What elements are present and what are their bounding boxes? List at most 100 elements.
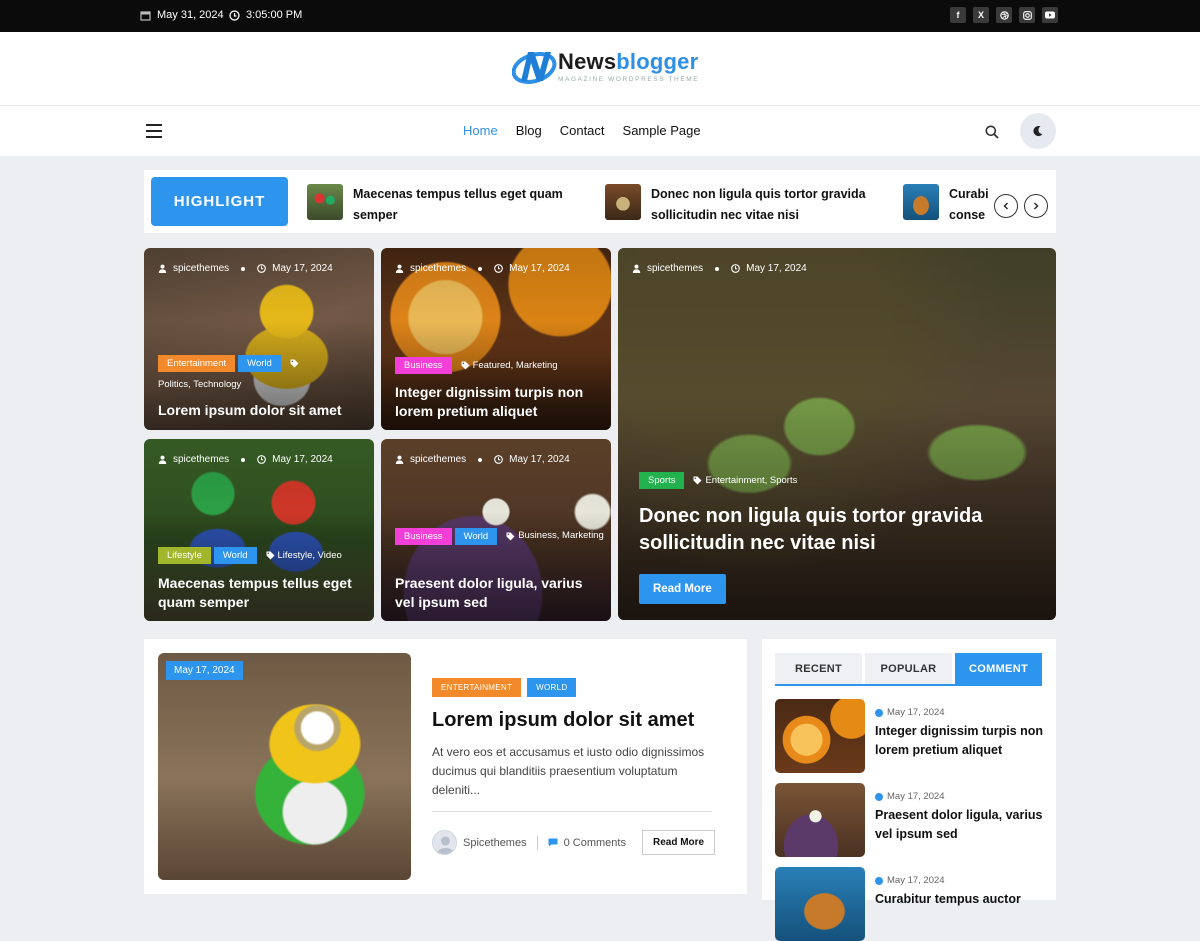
logo-tagline: MAGAZINE WORDPRESS THEME: [558, 76, 700, 83]
tag-entertainment[interactable]: ENTERTAINMENT: [432, 678, 522, 697]
nav-item-sample-page[interactable]: Sample Page: [623, 123, 701, 138]
card-date[interactable]: May 17, 2024: [746, 263, 807, 274]
avatar[interactable]: [432, 830, 457, 855]
card-title[interactable]: Integer dignissim turpis non lorem preti…: [395, 383, 600, 421]
card-date[interactable]: May 17, 2024: [509, 263, 570, 274]
card-categories[interactable]: Lifestyle, Video: [278, 550, 342, 561]
card-author[interactable]: spicethemes: [173, 454, 229, 465]
featured-card[interactable]: spicethemes May 17, 2024 Business World …: [381, 439, 611, 621]
highlight-item[interactable]: Maecenas tempus tellus eget quam semper: [307, 184, 573, 226]
tag-icon: [266, 551, 274, 560]
tag-world[interactable]: WORLD: [527, 678, 577, 697]
search-icon[interactable]: [985, 125, 999, 144]
read-more-button[interactable]: Read More: [639, 574, 726, 604]
clock-icon: [257, 264, 266, 273]
calendar-icon: [140, 10, 151, 21]
tag-sports[interactable]: Sports: [639, 472, 685, 489]
featured-card[interactable]: spicethemes May 17, 2024 Lifestyle World…: [144, 439, 374, 621]
sidebar-tabs: RECENT POPULAR COMMENT: [775, 653, 1042, 684]
card-date[interactable]: May 17, 2024: [509, 454, 570, 465]
clock-icon: [494, 455, 503, 464]
card-date[interactable]: May 17, 2024: [272, 263, 333, 274]
clock-icon: [875, 876, 883, 885]
card-categories[interactable]: Politics, Technology: [158, 376, 241, 394]
sidebar-thumbnail[interactable]: [775, 783, 865, 857]
tag-icon: [506, 532, 515, 540]
post-image[interactable]: May 17, 2024: [158, 653, 411, 880]
user-icon: [158, 264, 167, 273]
tab-comment[interactable]: COMMENT: [955, 653, 1042, 684]
tab-underline: [775, 684, 1042, 686]
card-categories[interactable]: Entertainment, Sports: [705, 475, 797, 486]
tag-icon: [693, 476, 702, 485]
tag-business[interactable]: Business: [395, 527, 452, 545]
sidebar-post-item[interactable]: May 17, 2024 Praesent dolor ligula, vari…: [775, 783, 1045, 857]
tag-business[interactable]: Business: [395, 357, 452, 374]
featured-card[interactable]: spicethemes May 17, 2024 Business Featur…: [381, 248, 611, 430]
card-title[interactable]: Praesent dolor ligula, varius vel ipsum …: [395, 574, 600, 612]
sidebar-post-date: May 17, 2024: [875, 791, 1045, 802]
time-display: 3:05:00 PM: [229, 9, 302, 21]
card-date[interactable]: May 17, 2024: [272, 454, 333, 465]
user-icon: [395, 455, 404, 464]
instagram-icon[interactable]: [1019, 7, 1035, 23]
dark-mode-toggle[interactable]: [1020, 113, 1056, 149]
x-icon[interactable]: X: [973, 7, 989, 23]
highlight-item[interactable]: Donec non ligula quis tortor gravida sol…: [605, 184, 871, 226]
nav-item-home[interactable]: Home: [463, 123, 498, 138]
card-author[interactable]: spicethemes: [410, 263, 466, 274]
sidebar-post-title[interactable]: Praesent dolor ligula, varius vel ipsum …: [875, 806, 1045, 844]
nav-item-blog[interactable]: Blog: [516, 123, 542, 138]
clock-icon: [257, 455, 266, 464]
youtube-icon[interactable]: [1042, 7, 1058, 23]
dribbble-icon[interactable]: [996, 7, 1012, 23]
post-title[interactable]: Lorem ipsum dolor sit amet: [432, 709, 694, 732]
nav-item-contact[interactable]: Contact: [560, 123, 605, 138]
post-comments[interactable]: 0 Comments: [564, 837, 626, 849]
highlight-title[interactable]: Maecenas tempus tellus eget quam semper: [353, 184, 573, 226]
tag-world[interactable]: World: [213, 547, 257, 564]
clock-icon: [875, 792, 883, 801]
tag-entertainment[interactable]: Entertainment: [158, 355, 236, 372]
tag-lifestyle[interactable]: Lifestyle: [158, 547, 211, 564]
card-author[interactable]: spicethemes: [410, 454, 466, 465]
sidebar-post-date: May 17, 2024: [875, 707, 1045, 718]
card-categories[interactable]: Featured, Marketing: [473, 360, 558, 371]
sidebar-post-item[interactable]: May 17, 2024 Integer dignissim turpis no…: [775, 699, 1045, 773]
highlight-title[interactable]: Curabi conse: [949, 184, 988, 226]
tab-recent[interactable]: RECENT: [775, 653, 862, 684]
highlight-ticker: HIGHLIGHT Maecenas tempus tellus eget qu…: [144, 170, 1056, 233]
card-meta: spicethemes May 17, 2024: [632, 263, 807, 274]
tag-world[interactable]: World: [454, 527, 498, 545]
card-author[interactable]: spicethemes: [647, 263, 703, 274]
post-date-badge: May 17, 2024: [166, 661, 243, 680]
post-author[interactable]: Spicethemes: [463, 837, 527, 849]
card-title[interactable]: Maecenas tempus tellus eget quam semper: [158, 574, 363, 612]
card-title[interactable]: Lorem ipsum dolor sit amet: [158, 401, 363, 420]
featured-card-large[interactable]: spicethemes May 17, 2024 Sports Entertai…: [618, 248, 1056, 620]
tab-popular[interactable]: POPULAR: [865, 653, 952, 684]
site-logo[interactable]: Newsblogger MAGAZINE WORDPRESS THEME: [511, 46, 700, 86]
logo-name: Newsblogger: [558, 49, 699, 74]
sidebar-post-title[interactable]: Integer dignissim turpis non lorem preti…: [875, 722, 1045, 760]
card-tags: Business World Business, Marketing: [395, 527, 605, 545]
highlight-title[interactable]: Donec non ligula quis tortor gravida sol…: [651, 184, 871, 226]
prev-arrow-icon[interactable]: [994, 194, 1018, 218]
highlight-thumbnail: [605, 184, 641, 220]
hamburger-menu-icon[interactable]: [146, 124, 162, 138]
card-title[interactable]: Donec non ligula quis tortor gravida sol…: [639, 503, 1019, 557]
sidebar-thumbnail[interactable]: [775, 867, 865, 941]
clock-icon: [875, 708, 883, 717]
next-arrow-icon[interactable]: [1024, 194, 1048, 218]
card-author[interactable]: spicethemes: [173, 263, 229, 274]
site-header: Newsblogger MAGAZINE WORDPRESS THEME: [0, 32, 1200, 106]
featured-card[interactable]: spicethemes May 17, 2024 Entertainment W…: [144, 248, 374, 430]
tag-world[interactable]: World: [238, 355, 281, 372]
highlight-item[interactable]: Curabi conse: [903, 184, 988, 226]
sidebar-thumbnail[interactable]: [775, 699, 865, 773]
card-categories[interactable]: Business, Marketing: [518, 527, 604, 545]
user-icon: [158, 455, 167, 464]
facebook-icon[interactable]: f: [950, 7, 966, 23]
sidebar-post-item[interactable]: May 17, 2024 Curabitur tempus auctor: [775, 867, 1045, 941]
post-read-more-button[interactable]: Read More: [642, 830, 716, 855]
